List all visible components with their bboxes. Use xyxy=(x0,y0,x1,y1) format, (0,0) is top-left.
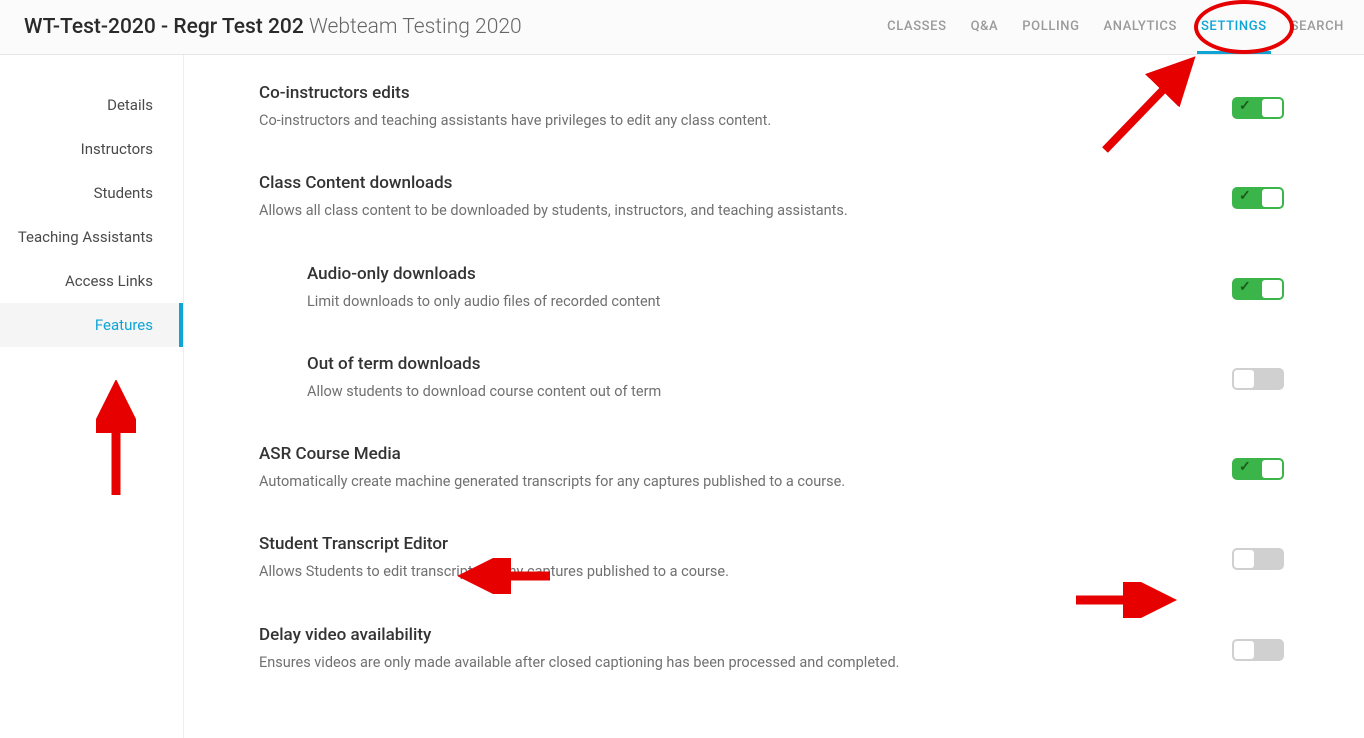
toggle-knob xyxy=(1262,460,1282,478)
setting-description: Allow students to download course conten… xyxy=(307,382,1192,402)
setting-row: Out of term downloads Allow students to d… xyxy=(259,354,1284,402)
toggle-knob xyxy=(1262,280,1282,298)
setting-title: Student Transcript Editor xyxy=(259,534,1192,554)
toggle-switch[interactable] xyxy=(1232,639,1284,661)
sidebar-item-teaching-assistants[interactable]: Teaching Assistants xyxy=(0,215,183,259)
setting-title: ASR Course Media xyxy=(259,444,1192,464)
setting-row: Student Transcript Editor Allows Students… xyxy=(259,534,1284,582)
toggle-knob xyxy=(1234,550,1254,568)
setting-title: Co-instructors edits xyxy=(259,83,1192,103)
toggle-knob xyxy=(1234,370,1254,388)
setting-row: Class Content downloads Allows all class … xyxy=(259,173,1284,221)
main-layout: Details Instructors Students Teaching As… xyxy=(0,55,1364,738)
sidebar-item-access-links[interactable]: Access Links xyxy=(0,259,183,303)
tab-qa[interactable]: Q&A xyxy=(971,19,999,36)
toggle-switch[interactable] xyxy=(1232,368,1284,390)
setting-text: Class Content downloads Allows all class … xyxy=(259,173,1232,221)
toggle-knob xyxy=(1262,99,1282,117)
setting-description: Allows Students to edit transcripts of a… xyxy=(259,562,1192,582)
tab-settings[interactable]: SETTINGS xyxy=(1201,19,1267,36)
toggle-switch[interactable]: ✓ xyxy=(1232,97,1284,119)
setting-title: Audio-only downloads xyxy=(307,264,1192,284)
setting-description: Automatically create machine generated t… xyxy=(259,472,1192,492)
setting-title: Class Content downloads xyxy=(259,173,1192,193)
page-title: WT-Test-2020 - Regr Test 202 Webteam Tes… xyxy=(24,15,522,39)
setting-row: Audio-only downloads Limit downloads to o… xyxy=(259,264,1284,312)
nav-tabs: CLASSES Q&A POLLING ANALYTICS SETTINGS S… xyxy=(887,19,1344,36)
toggle-knob xyxy=(1234,641,1254,659)
page-header: WT-Test-2020 - Regr Test 202 Webteam Tes… xyxy=(0,0,1364,55)
setting-text: Delay video availability Ensures videos a… xyxy=(259,625,1232,673)
toggle-switch[interactable] xyxy=(1232,548,1284,570)
tab-polling[interactable]: POLLING xyxy=(1022,19,1079,36)
sidebar: Details Instructors Students Teaching As… xyxy=(0,55,184,738)
setting-text: Student Transcript Editor Allows Students… xyxy=(259,534,1232,582)
setting-text: ASR Course Media Automatically create mac… xyxy=(259,444,1232,492)
title-code: WT-Test-2020 - Regr Test 202 xyxy=(24,15,304,39)
sidebar-item-details[interactable]: Details xyxy=(0,83,183,127)
toggle-switch[interactable]: ✓ xyxy=(1232,458,1284,480)
setting-row: Co-instructors edits Co-instructors and t… xyxy=(259,83,1284,131)
setting-description: Co-instructors and teaching assistants h… xyxy=(259,111,1192,131)
check-icon: ✓ xyxy=(1239,188,1251,204)
sidebar-item-instructors[interactable]: Instructors xyxy=(0,127,183,171)
setting-text: Co-instructors edits Co-instructors and t… xyxy=(259,83,1232,131)
toggle-switch[interactable]: ✓ xyxy=(1232,187,1284,209)
setting-row: Delay video availability Ensures videos a… xyxy=(259,625,1284,673)
check-icon: ✓ xyxy=(1239,459,1251,475)
toggle-switch[interactable]: ✓ xyxy=(1232,278,1284,300)
setting-text: Audio-only downloads Limit downloads to o… xyxy=(307,264,1232,312)
sidebar-item-students[interactable]: Students xyxy=(0,171,183,215)
setting-description: Allows all class content to be downloade… xyxy=(259,201,1192,221)
tab-classes[interactable]: CLASSES xyxy=(887,19,946,36)
check-icon: ✓ xyxy=(1239,279,1251,295)
title-name: Webteam Testing 2020 xyxy=(309,15,522,39)
setting-row: ASR Course Media Automatically create mac… xyxy=(259,444,1284,492)
setting-title: Out of term downloads xyxy=(307,354,1192,374)
setting-text: Out of term downloads Allow students to d… xyxy=(307,354,1232,402)
sidebar-item-features[interactable]: Features xyxy=(0,303,183,347)
settings-content: Co-instructors edits Co-instructors and t… xyxy=(184,55,1364,738)
tab-search[interactable]: SEARCH xyxy=(1291,19,1344,36)
setting-title: Delay video availability xyxy=(259,625,1192,645)
toggle-knob xyxy=(1262,189,1282,207)
tab-analytics[interactable]: ANALYTICS xyxy=(1104,19,1177,36)
setting-description: Limit downloads to only audio files of r… xyxy=(307,292,1192,312)
setting-description: Ensures videos are only made available a… xyxy=(259,653,1192,673)
check-icon: ✓ xyxy=(1239,98,1251,114)
